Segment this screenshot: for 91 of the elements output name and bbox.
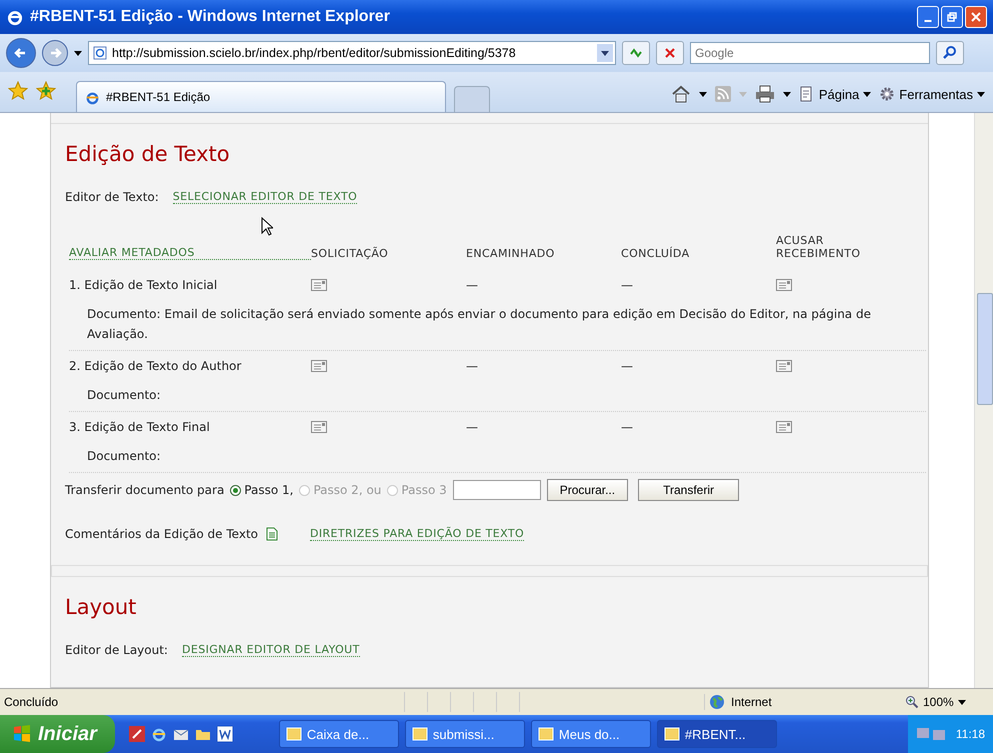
transfer-label: Transferir documento para	[65, 483, 224, 497]
select-editor-link[interactable]: SELECIONAR EDITOR DE TEXTO	[172, 190, 358, 204]
dropdown-icon[interactable]	[597, 44, 613, 62]
add-favorite-icon[interactable]	[36, 81, 56, 101]
address-field[interactable]: http://submission.scielo.br/index.php/rbent/editor/submissionEditing/5378	[88, 41, 616, 65]
document-note: Documento: Email de solicitação será enviado somente após enviar o documento para edição em Decisão do Editor, na página de Avaliação.	[69, 300, 926, 351]
caret-icon	[863, 92, 872, 96]
document-note: Documento:	[69, 381, 926, 412]
status-dash: —	[621, 358, 634, 375]
status-dash: —	[621, 277, 634, 294]
toolbar-menu-button[interactable]: Ferramentas	[879, 86, 985, 102]
back-button[interactable]	[6, 38, 36, 68]
status-dash: —	[466, 358, 479, 375]
restore-icon	[947, 12, 957, 22]
star-icon[interactable]	[8, 81, 28, 101]
column-header: SOLICITAÇÃO	[311, 247, 390, 260]
window-icon	[286, 726, 302, 742]
section-heading: Layout	[65, 595, 138, 619]
search-button[interactable]	[936, 41, 964, 65]
comments-label: Comentários da Edição de Texto	[65, 527, 258, 541]
field-label: Editor de Layout:	[65, 643, 168, 657]
browse-button[interactable]: Procurar...	[546, 479, 628, 501]
window-icon	[412, 726, 428, 742]
ie-logo-icon	[6, 8, 24, 26]
printer-icon[interactable]	[754, 85, 775, 103]
field-label: Editor de Texto:	[65, 190, 159, 204]
window-icon	[538, 726, 554, 742]
step-radio[interactable]: Passo 1,	[230, 483, 294, 497]
column-header: ACUSAR RECEBIMENTO	[776, 234, 862, 260]
caret-icon[interactable]	[698, 92, 707, 96]
caret-icon[interactable]	[782, 92, 791, 96]
assign-editor-link[interactable]: DESIGNAR EDITOR DE LAYOUT	[182, 643, 360, 657]
word-icon[interactable]	[216, 726, 233, 742]
document-icon[interactable]	[266, 527, 278, 541]
column-header: ENCAMINHADO	[466, 247, 556, 260]
guidelines-link[interactable]: DIRETRIZES PARA EDIÇÃO DE TEXTO	[310, 527, 524, 541]
caret-icon[interactable]	[74, 50, 82, 56]
email-icon[interactable]	[776, 421, 792, 433]
page-icon	[93, 46, 107, 60]
taskbar-button[interactable]: submissi...	[404, 720, 525, 748]
zoom-button[interactable]: 100%	[899, 694, 989, 710]
step-name: 1. Edição de Texto Inicial	[69, 277, 218, 294]
caret-icon	[977, 92, 985, 96]
stop-button[interactable]	[656, 41, 684, 65]
taskbar-button[interactable]: #RBENT...	[656, 720, 777, 748]
globe-icon	[709, 694, 725, 710]
clock: 11:18	[956, 727, 985, 741]
caret-icon	[958, 700, 966, 704]
status-dash: —	[466, 277, 479, 294]
metadata-link[interactable]: AVALIAR METADADOS	[69, 246, 311, 260]
taskbar-button[interactable]: Meus do...	[530, 720, 651, 748]
browser-tab[interactable]: #RBENT-51 Edição	[76, 81, 446, 112]
start-button[interactable]: Iniciar	[0, 715, 115, 753]
home-icon[interactable]	[670, 84, 691, 104]
email-icon[interactable]	[311, 421, 327, 433]
step-name: 2. Edição de Texto do Author	[69, 358, 242, 375]
toolbar-menu-button[interactable]: Página	[798, 86, 872, 102]
file-field[interactable]	[452, 480, 541, 500]
taskbar-button[interactable]: Caixa de...	[278, 720, 399, 748]
refresh-button[interactable]	[622, 41, 650, 65]
step-name: 3. Edição de Texto Final	[69, 419, 211, 436]
restore-button[interactable]	[941, 6, 963, 28]
email-icon[interactable]	[311, 279, 327, 291]
upload-button[interactable]: Transferir	[638, 479, 740, 501]
section-heading: Edição de Texto	[65, 142, 231, 166]
zone-text: Internet	[731, 695, 772, 709]
window-title: #RBENT-51 Edição - Windows Internet Explorer	[30, 8, 391, 26]
minimize-button[interactable]	[917, 6, 939, 28]
scrollbar[interactable]	[974, 113, 993, 688]
email-icon[interactable]	[311, 360, 327, 372]
status-dash: —	[621, 419, 634, 436]
close-button[interactable]	[965, 6, 987, 28]
email-icon[interactable]	[776, 279, 792, 291]
app-icon[interactable]	[128, 726, 145, 742]
search-field[interactable]: Google	[690, 42, 930, 64]
windows-logo-icon	[12, 724, 32, 744]
close-icon	[971, 12, 981, 22]
minimize-icon	[924, 20, 932, 22]
status-text: Concluído	[4, 695, 60, 709]
zoom-icon	[905, 695, 919, 709]
email-icon[interactable]	[776, 360, 792, 372]
gear-icon	[879, 86, 896, 102]
column-header: CONCLUÍDA	[621, 247, 691, 260]
ie-logo-icon[interactable]	[150, 726, 167, 742]
forward-button[interactable]	[42, 40, 68, 66]
status-dash: —	[466, 419, 479, 436]
mouse-cursor-icon	[261, 217, 273, 236]
document-note: Documento:	[69, 442, 926, 473]
search-icon	[942, 45, 958, 61]
window-icon	[664, 726, 680, 742]
ie-logo-icon	[85, 90, 100, 104]
